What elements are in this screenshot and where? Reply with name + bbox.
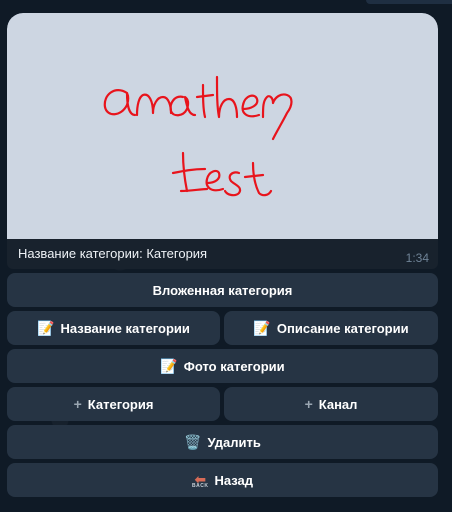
message-time: 1:34	[405, 251, 429, 265]
back-icon-text: BACK	[191, 482, 209, 489]
memo-icon: 📝	[37, 320, 55, 336]
nested-category-label: Вложенная категория	[152, 282, 293, 298]
edit-category-name-label: Название категории	[60, 320, 190, 336]
plus-icon: +	[304, 396, 313, 412]
memo-icon: 📝	[160, 358, 178, 374]
message-photo[interactable]	[7, 13, 438, 239]
edit-category-description-label: Описание категории	[276, 320, 409, 336]
back-button[interactable]: ⬅ BACK Назад	[7, 463, 438, 497]
header-edge	[366, 0, 452, 4]
delete-label: Удалить	[207, 434, 261, 450]
delete-button[interactable]: 🗑️ Удалить	[7, 425, 438, 459]
edit-category-photo-label: Фото категории	[183, 358, 285, 374]
back-arrow-icon: ⬅ BACK	[191, 470, 209, 489]
add-channel-button[interactable]: + Канал	[224, 387, 438, 421]
add-category-label: Категория	[87, 396, 154, 412]
handwriting-drawing	[103, 75, 293, 197]
edit-category-name-button[interactable]: 📝 Название категории	[7, 311, 220, 345]
plus-icon: +	[73, 396, 82, 412]
message-caption: Название категории: Категория	[18, 246, 208, 261]
nested-category-button[interactable]: Вложенная категория	[7, 273, 438, 307]
message-bubble: Название категории: Категория 1:34	[7, 13, 438, 269]
memo-icon: 📝	[253, 320, 271, 336]
add-category-button[interactable]: + Категория	[7, 387, 220, 421]
back-label: Назад	[214, 472, 253, 488]
edit-category-photo-button[interactable]: 📝 Фото категории	[7, 349, 438, 383]
add-channel-label: Канал	[318, 396, 358, 412]
wastebasket-icon: 🗑️	[184, 434, 202, 450]
edit-category-description-button[interactable]: 📝 Описание категории	[224, 311, 438, 345]
